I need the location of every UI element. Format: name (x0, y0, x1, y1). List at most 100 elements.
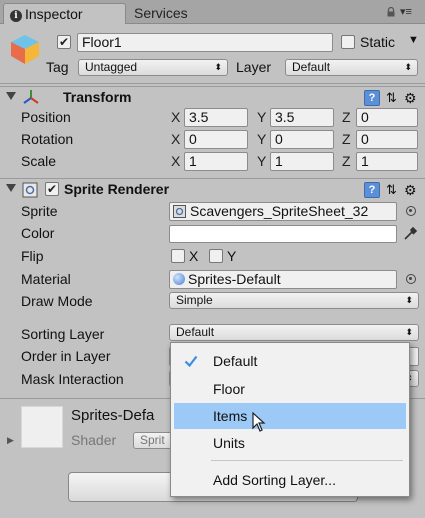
layer-value: Default (292, 60, 331, 74)
tab-services[interactable]: Services (128, 3, 228, 24)
scale-label: Scale (21, 153, 57, 169)
draw-mode-label: Draw Mode (21, 293, 93, 309)
menu-item-units[interactable]: Units (174, 430, 406, 456)
axis-z-label[interactable]: Z (342, 131, 351, 147)
scale-y-field[interactable]: 1 (270, 152, 334, 171)
layer-label: Layer (236, 59, 272, 75)
object-name-field[interactable]: Floor1 (77, 33, 333, 52)
eyedropper-icon[interactable] (402, 224, 419, 242)
axis-z-label[interactable]: Z (342, 153, 351, 169)
position-x-field[interactable]: 3.5 (184, 108, 248, 127)
checkmark-icon (184, 355, 198, 368)
menu-item-default[interactable]: Default (174, 348, 406, 374)
axis-x-label[interactable]: X (171, 131, 180, 147)
object-picker-icon[interactable] (406, 206, 416, 216)
sprite-renderer-title: Sprite Renderer (64, 181, 170, 197)
material-label: Material (21, 271, 71, 287)
tag-dropdown[interactable]: Untagged ⬍ (78, 59, 228, 76)
transform-axes-icon (23, 90, 39, 104)
scale-z-field[interactable]: 1 (356, 152, 418, 171)
updown-arrow-icon: ⬍ (404, 62, 412, 72)
position-y-field[interactable]: 3.5 (270, 108, 334, 127)
lock-icon[interactable] (386, 7, 396, 17)
active-checkbox[interactable]: ✔ (57, 35, 71, 49)
menu-item-floor[interactable]: Floor (174, 376, 406, 402)
updown-arrow-icon: ⬍ (405, 327, 413, 337)
sorting-layer-label: Sorting Layer (21, 326, 105, 342)
axis-y-label[interactable]: Y (257, 131, 266, 147)
layer-dropdown[interactable]: Default ⬍ (285, 59, 418, 76)
axis-y-label[interactable]: Y (257, 153, 266, 169)
sprite-renderer-header[interactable]: ✔ Sprite Renderer ? ⇅ ⚙ (0, 178, 425, 199)
menu-item-label: Floor (213, 381, 245, 397)
flip-y-checkbox[interactable] (209, 249, 223, 263)
sprite-renderer-icon (22, 182, 38, 198)
fold-arrow-icon[interactable] (6, 92, 16, 100)
menu-item-label: Items (213, 408, 248, 424)
menu-item-add-sorting-layer[interactable]: Add Sorting Layer... (174, 467, 406, 493)
tab-bar: i Inspector Services ▾≡ (0, 0, 425, 24)
help-icon[interactable]: ? (364, 182, 380, 198)
sprite-value: Scavengers_SpriteSheet_32 (190, 203, 369, 219)
menu-item-label: Units (213, 435, 245, 451)
object-header: ✔ Floor1 Static ▼ Tag Untagged ⬍ Layer De… (0, 24, 425, 84)
draw-mode-dropdown[interactable]: Simple ⬍ (169, 292, 419, 309)
object-picker-icon[interactable] (406, 274, 416, 284)
fold-arrow-icon[interactable] (6, 184, 16, 192)
info-icon: i (10, 10, 22, 22)
transform-title: Transform (63, 89, 132, 105)
rotation-label: Rotation (21, 131, 74, 147)
position-z-field[interactable]: 0 (356, 108, 418, 127)
rotation-z-field[interactable]: 0 (356, 130, 418, 149)
static-dropdown-arrow-icon[interactable]: ▼ (408, 34, 419, 46)
gameobject-cube-icon (11, 35, 39, 64)
menu-item-label: Default (213, 353, 258, 369)
menu-icon[interactable]: ▾≡ (400, 6, 420, 18)
draw-mode-value: Simple (176, 293, 213, 307)
rotation-x-field[interactable]: 0 (184, 130, 248, 149)
sprite-asset-icon (173, 205, 186, 218)
axis-y-label[interactable]: Y (257, 109, 266, 125)
sorting-layer-dropdown[interactable]: Default ⬍ (169, 324, 419, 341)
color-swatch[interactable] (169, 225, 397, 243)
menu-item-items[interactable]: Items (174, 403, 406, 429)
material-field[interactable]: Sprites-Default (169, 270, 397, 289)
menu-item-label: Add Sorting Layer... (213, 472, 336, 488)
help-icon[interactable]: ? (364, 90, 380, 106)
gear-icon[interactable]: ⚙ (404, 90, 420, 106)
material-name: Sprites-Defa (71, 407, 155, 424)
updown-arrow-icon: ⬍ (214, 62, 222, 72)
flip-label: Flip (21, 248, 44, 264)
rotation-y-field[interactable]: 0 (270, 130, 334, 149)
mouse-cursor-icon (252, 412, 266, 432)
transform-header[interactable]: Transform ? ⇅ ⚙ (0, 86, 425, 107)
flip-y-label: Y (227, 248, 237, 264)
axis-z-label[interactable]: Z (342, 109, 351, 125)
sprite-renderer-enabled-checkbox[interactable]: ✔ (45, 182, 59, 196)
preset-icon[interactable]: ⇅ (386, 182, 402, 198)
scale-x-field[interactable]: 1 (184, 152, 248, 171)
shader-label: Shader (71, 432, 117, 448)
color-label: Color (21, 225, 55, 241)
expand-arrow-icon[interactable]: ▶ (7, 435, 14, 446)
sorting-layer-menu: Default Floor Items Units Add Sorting La… (170, 342, 410, 497)
axis-x-label[interactable]: X (171, 153, 180, 169)
sprite-field[interactable]: Scavengers_SpriteSheet_32 (169, 202, 397, 221)
flip-x-label: X (189, 248, 199, 264)
shader-value: Sprit (140, 433, 165, 447)
axis-x-label[interactable]: X (171, 109, 180, 125)
tab-inspector[interactable]: i Inspector (3, 3, 126, 24)
flip-x-checkbox[interactable] (171, 249, 185, 263)
preset-icon[interactable]: ⇅ (386, 90, 402, 106)
position-label: Position (21, 109, 71, 125)
updown-arrow-icon: ⬍ (405, 295, 413, 305)
gear-icon[interactable]: ⚙ (404, 182, 420, 198)
sorting-layer-value: Default (176, 325, 215, 339)
sprite-label: Sprite (21, 203, 58, 219)
static-label: Static (360, 34, 396, 50)
menu-separator (211, 460, 403, 461)
material-value: Sprites-Default (188, 271, 281, 287)
static-checkbox[interactable] (341, 35, 355, 49)
mask-interaction-label: Mask Interaction (21, 371, 124, 387)
tag-label: Tag (46, 59, 69, 75)
